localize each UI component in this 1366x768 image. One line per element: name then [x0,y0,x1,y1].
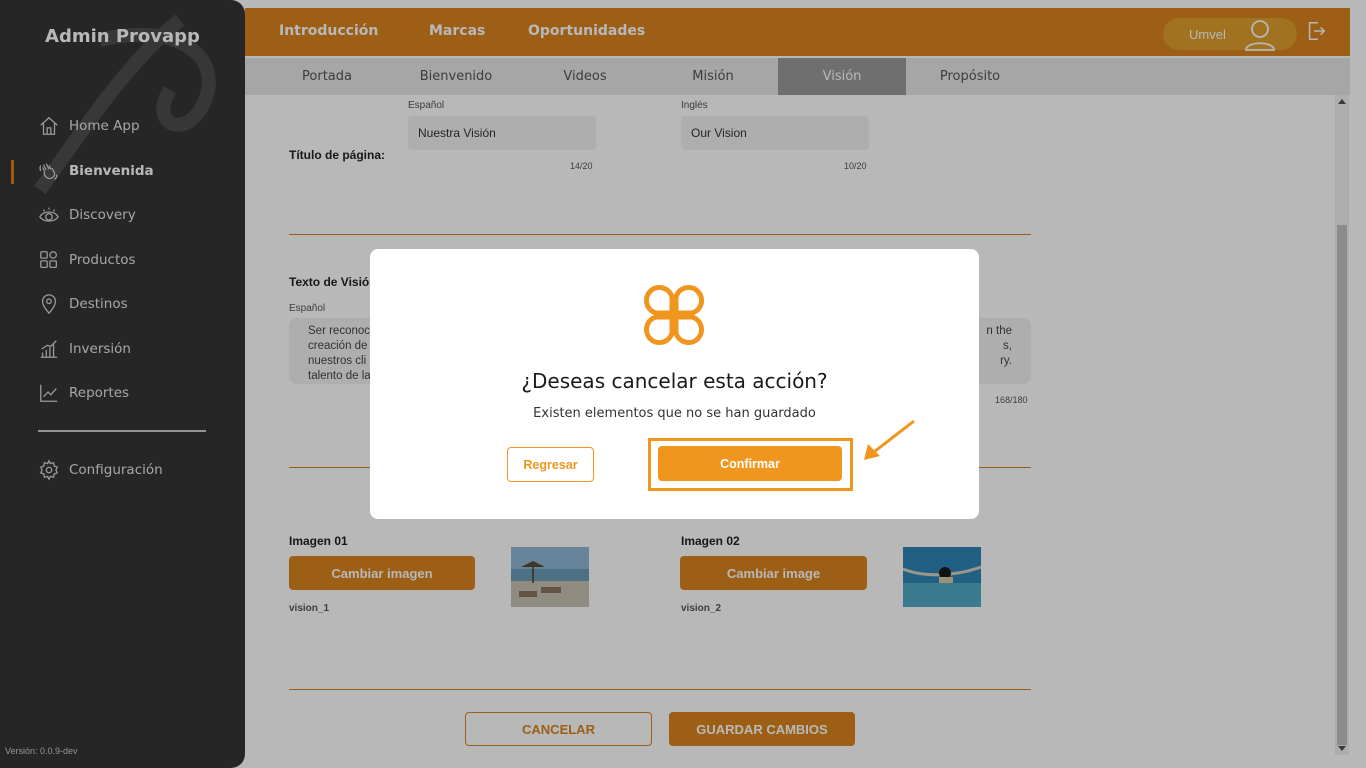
back-button[interactable]: Regresar [507,447,594,482]
pointer-arrow-icon [864,419,915,460]
confirm-cancel-dialog: ¿Deseas cancelar esta acción? Existen el… [370,249,979,519]
confirm-button[interactable]: Confirmar [658,446,842,481]
dialog-title: ¿Deseas cancelar esta acción? [521,369,828,393]
clover-logo-icon [643,284,705,346]
